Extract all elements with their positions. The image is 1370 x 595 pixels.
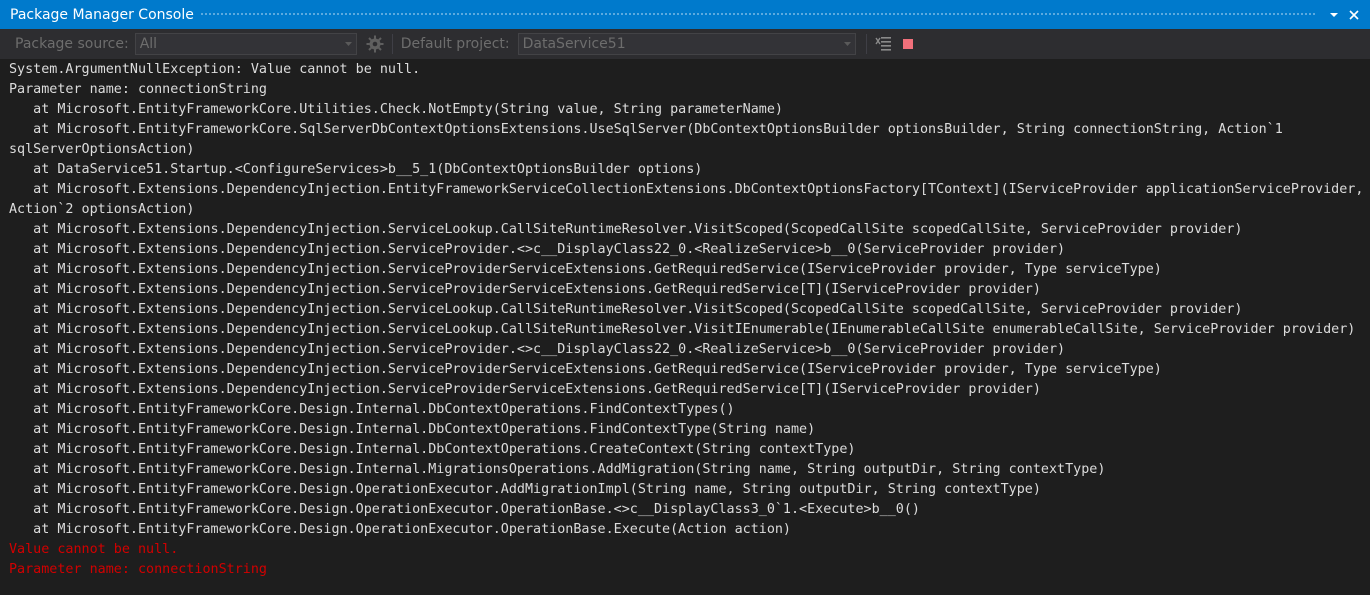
chevron-down-icon (841, 34, 855, 54)
console-line: at Microsoft.EntityFrameworkCore.Design.… (9, 442, 856, 457)
console-error-line: Parameter name: connectionString (9, 562, 267, 577)
close-icon[interactable] (1344, 5, 1364, 25)
default-project-label: Default project: (400, 36, 510, 52)
title-grip[interactable] (199, 12, 1316, 17)
console-line: at Microsoft.EntityFrameworkCore.Design.… (9, 422, 816, 437)
console-line: at Microsoft.EntityFrameworkCore.Design.… (9, 502, 920, 517)
package-source-value: All (139, 36, 158, 52)
console-line: at Microsoft.Extensions.DependencyInject… (9, 362, 1162, 377)
console-line: at Microsoft.EntityFrameworkCore.Design.… (9, 402, 735, 417)
chevron-down-icon[interactable] (1324, 5, 1344, 25)
console-line: at Microsoft.Extensions.DependencyInject… (9, 382, 1041, 397)
console-line: at DataService51.Startup.<ConfigureServi… (9, 162, 703, 177)
console-line: Parameter name: connectionString (9, 82, 267, 97)
default-project-value: DataService51 (522, 36, 626, 52)
console-line: at Microsoft.Extensions.DependencyInject… (9, 242, 1066, 257)
console-line: at Microsoft.Extensions.DependencyInject… (9, 262, 1162, 277)
console-line: at Microsoft.Extensions.DependencyInject… (9, 322, 1356, 337)
package-source-dropdown[interactable]: All (134, 33, 357, 55)
console-line: sqlServerOptionsAction) (9, 142, 195, 157)
console-line: at Microsoft.EntityFrameworkCore.Utiliti… (9, 102, 783, 117)
clear-console-icon[interactable] (873, 33, 895, 55)
stop-icon[interactable] (897, 33, 919, 55)
package-source-label: Package source: (15, 36, 129, 52)
console-line: at Microsoft.EntityFrameworkCore.SqlServ… (9, 122, 1283, 137)
chevron-down-icon (342, 34, 356, 54)
panel-title-bar[interactable]: Package Manager Console (0, 0, 1370, 29)
console-line: at Microsoft.EntityFrameworkCore.Design.… (9, 522, 791, 537)
toolbar-separator (865, 34, 867, 54)
default-project-dropdown[interactable]: DataService51 (517, 33, 856, 55)
console-line: at Microsoft.Extensions.DependencyInject… (9, 342, 1066, 357)
console-line: Action`2 optionsAction) (9, 202, 195, 217)
console-line: System.ArgumentNullException: Value cann… (9, 62, 421, 77)
console-line: at Microsoft.Extensions.DependencyInject… (9, 182, 1364, 197)
console-line: at Microsoft.Extensions.DependencyInject… (9, 302, 1243, 317)
gear-icon[interactable] (364, 33, 386, 55)
toolbar-separator (391, 34, 393, 54)
console-output[interactable]: System.ArgumentNullException: Value cann… (0, 59, 1370, 595)
console-line: at Microsoft.Extensions.DependencyInject… (9, 282, 1041, 297)
console-toolbar: Package source: All Default project: Dat… (0, 29, 1370, 59)
console-error-line: Value cannot be null. (9, 542, 179, 557)
package-manager-console-window: Package Manager Console Package source: … (0, 0, 1370, 595)
console-line: at Microsoft.EntityFrameworkCore.Design.… (9, 482, 1041, 497)
panel-title: Package Manager Console (10, 6, 194, 23)
console-line: at Microsoft.EntityFrameworkCore.Design.… (9, 462, 1106, 477)
console-line: at Microsoft.Extensions.DependencyInject… (9, 222, 1243, 237)
